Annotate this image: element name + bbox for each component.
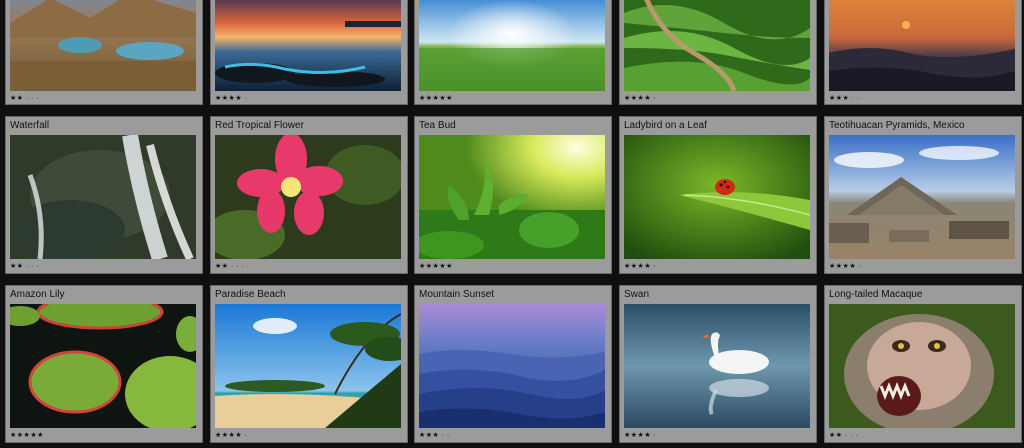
star-rating[interactable]: ★★★★ · [624,94,656,102]
photo-thumbnail[interactable] [10,0,196,91]
photo-title: Long-tailed Macaque [829,289,923,300]
star-rating[interactable]: ★★★ · · [419,431,450,439]
photo-thumbnail[interactable] [419,135,605,259]
photo-title: Red Tropical Flower [215,120,304,131]
star-rating[interactable]: ★★★★ · [829,262,861,270]
photo-thumbnail[interactable] [829,135,1015,259]
star-rating[interactable]: ★★ · · · [10,94,39,102]
star-rating[interactable]: ★★ · · · [10,262,39,270]
photo-thumbnail[interactable] [215,0,401,91]
photo-cell-r0-c3[interactable]: ★★★★ · [619,0,817,105]
star-rating[interactable]: ★★★★ · [215,431,247,439]
star-rating[interactable]: ★★★★★ [10,431,44,439]
photo-cell-r1-c4[interactable]: Teotihuacan Pyramids, Mexico ★★★★ · [824,116,1022,274]
photo-cell-r0-c4[interactable]: ★★★ · · [824,0,1022,105]
photo-thumbnail[interactable] [624,0,810,91]
photo-cell-r2-c4[interactable]: Long-tailed Macaque ★★ · · · [824,285,1022,443]
star-rating[interactable]: ★★★ · · [829,94,860,102]
photo-cell-r2-c0[interactable]: Amazon Lily ★★★★★ [5,285,203,443]
photo-thumbnail[interactable] [419,304,605,428]
photo-thumbnail[interactable] [419,0,605,91]
photo-cell-r2-c1[interactable]: Paradise Beach ★★★★ · [210,285,408,443]
photo-cell-r2-c2[interactable]: Mountain Sunset ★★★ · · [414,285,612,443]
photo-thumbnail[interactable] [829,0,1015,91]
star-rating[interactable]: ★★★★★ [419,94,453,102]
photo-title: Teotihuacan Pyramids, Mexico [829,120,965,131]
photo-thumbnail[interactable] [215,135,401,259]
star-rating[interactable]: ★★★★★ [419,262,453,270]
photo-title: Waterfall [10,120,50,131]
star-rating[interactable]: ★★★★ · [215,94,247,102]
photo-cell-r1-c2[interactable]: Tea Bud ★★★★★ [414,116,612,274]
star-rating[interactable]: ★★★★ · [624,262,656,270]
photo-cell-r1-c3[interactable]: Ladybird on a Leaf ★★★★ · [619,116,817,274]
photo-title: Tea Bud [419,120,456,131]
star-rating[interactable]: ★★ · · · [829,431,858,439]
photo-thumbnail[interactable] [829,304,1015,428]
photo-thumbnail[interactable] [10,304,196,428]
photo-title: Swan [624,289,650,300]
photo-cell-r2-c3[interactable]: Swan ★★★★ · [619,285,817,443]
photo-title: Ladybird on a Leaf [624,120,707,131]
photo-cell-r1-c1[interactable]: Red Tropical Flower ★★ · · · [210,116,408,274]
star-rating[interactable]: ★★★★ · [624,431,656,439]
photo-thumbnail[interactable] [10,135,196,259]
star-rating[interactable]: ★★ · · · [215,262,244,270]
photo-cell-r0-c2[interactable]: ★★★★★ [414,0,612,105]
photo-cell-r0-c0[interactable]: ★★ · · · [5,0,203,105]
photo-cell-r1-c0[interactable]: Waterfall ★★ · · · [5,116,203,274]
photo-thumbnail[interactable] [215,304,401,428]
photo-title: Mountain Sunset [419,289,495,300]
photo-title: Amazon Lily [10,289,65,300]
photo-title: Paradise Beach [215,289,286,300]
photo-thumbnail[interactable] [624,304,810,428]
photo-cell-r0-c1[interactable]: ★★★★ · [210,0,408,105]
photo-thumbnail[interactable] [624,135,810,259]
photo-grid: ★★ · · · ★★★★ · ★★★★★ ★★★★ · ★★★ · · Wat… [0,0,1024,448]
